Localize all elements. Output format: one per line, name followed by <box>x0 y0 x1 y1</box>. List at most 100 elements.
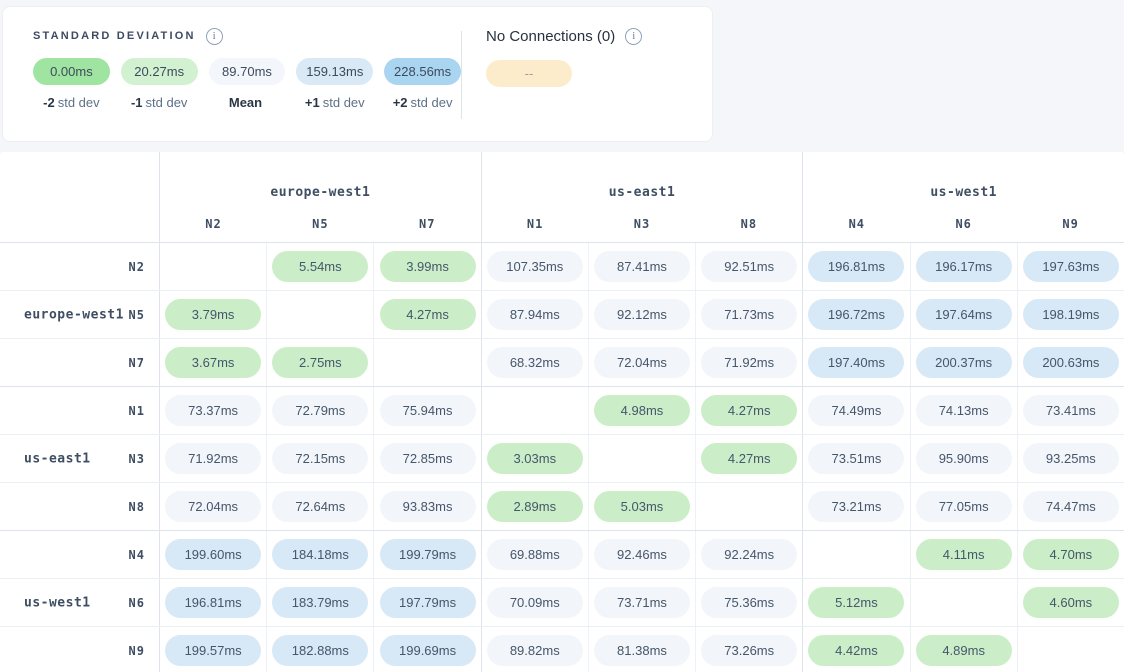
latency-cell[interactable]: 4.70ms <box>1018 531 1124 578</box>
latency-pill: 70.09ms <box>487 587 583 618</box>
latency-cell[interactable]: 95.90ms <box>911 435 1018 482</box>
latency-cell[interactable]: 73.21ms <box>803 483 910 530</box>
latency-cell[interactable]: 71.92ms <box>160 435 267 482</box>
latency-cell[interactable]: 70.09ms <box>482 579 589 626</box>
column-region-label: us-east1 <box>482 152 803 206</box>
latency-cell[interactable] <box>696 483 803 530</box>
latency-cell[interactable]: 196.81ms <box>160 579 267 626</box>
latency-cell[interactable]: 200.63ms <box>1018 339 1124 386</box>
latency-cell[interactable]: 5.12ms <box>803 579 910 626</box>
latency-pill: 75.36ms <box>701 587 797 618</box>
latency-cell[interactable]: 4.89ms <box>911 627 1018 672</box>
latency-cell[interactable]: 4.27ms <box>696 435 803 482</box>
latency-cell[interactable]: 73.41ms <box>1018 387 1124 434</box>
latency-cell[interactable]: 75.94ms <box>374 387 481 434</box>
latency-cell[interactable]: 4.98ms <box>589 387 696 434</box>
latency-cell[interactable] <box>803 531 910 578</box>
latency-cell[interactable]: 4.42ms <box>803 627 910 672</box>
latency-cell[interactable]: 3.79ms <box>160 291 267 338</box>
latency-pill: 73.37ms <box>165 395 261 426</box>
latency-cell[interactable]: 2.75ms <box>267 339 374 386</box>
latency-cell[interactable]: 3.03ms <box>482 435 589 482</box>
latency-cell[interactable]: 87.94ms <box>482 291 589 338</box>
info-icon[interactable] <box>206 28 223 45</box>
latency-cell[interactable]: 2.89ms <box>482 483 589 530</box>
latency-cell[interactable]: 72.85ms <box>374 435 481 482</box>
latency-pill: 5.54ms <box>272 251 368 282</box>
latency-cell[interactable]: 73.37ms <box>160 387 267 434</box>
latency-cell[interactable] <box>267 291 374 338</box>
latency-cell[interactable]: 197.79ms <box>374 579 481 626</box>
latency-cell[interactable]: 92.46ms <box>589 531 696 578</box>
latency-cell[interactable]: 72.04ms <box>160 483 267 530</box>
latency-pill: 89.82ms <box>487 635 583 666</box>
column-node-label: N6 <box>910 217 1017 231</box>
latency-pill: 4.27ms <box>380 299 476 330</box>
latency-cell[interactable] <box>911 579 1018 626</box>
legend-label: +1std dev <box>296 95 373 110</box>
latency-cell[interactable]: 197.64ms <box>911 291 1018 338</box>
latency-cell[interactable]: 196.81ms <box>803 243 910 290</box>
latency-cell[interactable]: 74.47ms <box>1018 483 1124 530</box>
latency-cell[interactable]: 72.15ms <box>267 435 374 482</box>
latency-cell[interactable]: 89.82ms <box>482 627 589 672</box>
latency-cell[interactable]: 73.51ms <box>803 435 910 482</box>
latency-cell[interactable]: 107.35ms <box>482 243 589 290</box>
latency-cell[interactable]: 4.27ms <box>374 291 481 338</box>
latency-cell[interactable]: 77.05ms <box>911 483 1018 530</box>
latency-cell[interactable]: 71.92ms <box>696 339 803 386</box>
latency-cell[interactable]: 199.60ms <box>160 531 267 578</box>
latency-cell[interactable] <box>160 243 267 290</box>
latency-cell[interactable]: 4.11ms <box>911 531 1018 578</box>
latency-cell[interactable]: 5.54ms <box>267 243 374 290</box>
latency-cell[interactable]: 199.57ms <box>160 627 267 672</box>
latency-cell[interactable] <box>1018 627 1124 672</box>
latency-cell[interactable] <box>589 435 696 482</box>
latency-cell[interactable]: 5.03ms <box>589 483 696 530</box>
matrix-row: N2 5.54ms 3.99ms 107.35ms 87.41ms 92.51m… <box>0 243 1124 290</box>
latency-cell[interactable]: 68.32ms <box>482 339 589 386</box>
latency-cell[interactable]: 74.49ms <box>803 387 910 434</box>
column-node-label: N4 <box>803 217 910 231</box>
latency-cell[interactable]: 73.26ms <box>696 627 803 672</box>
latency-cell[interactable]: 197.63ms <box>1018 243 1124 290</box>
latency-cell[interactable]: 196.17ms <box>911 243 1018 290</box>
info-icon[interactable] <box>625 28 642 45</box>
latency-pill: 3.79ms <box>165 299 261 330</box>
latency-cell[interactable]: 87.41ms <box>589 243 696 290</box>
latency-pill: 75.94ms <box>380 395 476 426</box>
latency-cell[interactable]: 198.19ms <box>1018 291 1124 338</box>
latency-cell[interactable]: 3.67ms <box>160 339 267 386</box>
latency-cell[interactable]: 184.18ms <box>267 531 374 578</box>
latency-cell[interactable]: 4.27ms <box>696 387 803 434</box>
latency-cell[interactable]: 92.24ms <box>696 531 803 578</box>
latency-cell[interactable]: 73.71ms <box>589 579 696 626</box>
latency-cell[interactable]: 92.12ms <box>589 291 696 338</box>
latency-cell[interactable]: 4.60ms <box>1018 579 1124 626</box>
latency-pill: 199.69ms <box>380 635 476 666</box>
latency-cell[interactable]: 69.88ms <box>482 531 589 578</box>
latency-cell[interactable]: 72.64ms <box>267 483 374 530</box>
latency-cell[interactable] <box>374 339 481 386</box>
latency-cell[interactable] <box>482 387 589 434</box>
latency-cell[interactable]: 72.04ms <box>589 339 696 386</box>
latency-cell[interactable]: 75.36ms <box>696 579 803 626</box>
latency-cell[interactable]: 197.40ms <box>803 339 910 386</box>
latency-cell[interactable]: 72.79ms <box>267 387 374 434</box>
latency-cell[interactable]: 199.69ms <box>374 627 481 672</box>
latency-cell[interactable]: 74.13ms <box>911 387 1018 434</box>
latency-cell[interactable]: 81.38ms <box>589 627 696 672</box>
row-group-europe-west1: europe-west1 N2 5.54ms 3.99ms 107.35ms 8… <box>0 243 1124 386</box>
latency-cell[interactable]: 183.79ms <box>267 579 374 626</box>
latency-cell[interactable]: 199.79ms <box>374 531 481 578</box>
latency-cell[interactable]: 3.99ms <box>374 243 481 290</box>
latency-cell[interactable]: 71.73ms <box>696 291 803 338</box>
latency-cell[interactable]: 182.88ms <box>267 627 374 672</box>
latency-cell[interactable]: 92.51ms <box>696 243 803 290</box>
latency-cell[interactable]: 93.83ms <box>374 483 481 530</box>
matrix-row: N1 73.37ms 72.79ms 75.94ms 4.98ms 4.27ms… <box>0 387 1124 434</box>
latency-cell[interactable]: 93.25ms <box>1018 435 1124 482</box>
latency-cell[interactable]: 200.37ms <box>911 339 1018 386</box>
latency-cell[interactable]: 196.72ms <box>803 291 910 338</box>
latency-pill: 4.27ms <box>701 395 797 426</box>
